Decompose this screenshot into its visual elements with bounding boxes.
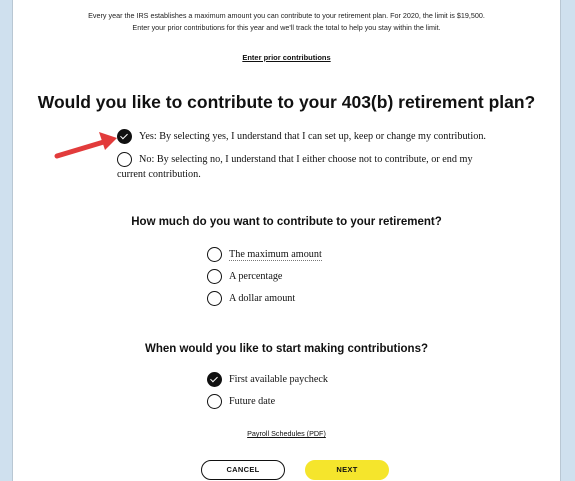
intro-text: Every year the IRS establishes a maximum… — [13, 10, 560, 34]
amount-question-heading: How much do you want to contribute to yo… — [131, 216, 442, 228]
dollar-amount-label[interactable]: A dollar amount — [229, 291, 295, 306]
enter-prior-contributions-link[interactable]: Enter prior contributions — [13, 53, 560, 62]
contribution-form-panel: Every year the IRS establishes a maximum… — [12, 0, 561, 481]
dollar-amount-radio[interactable] — [207, 291, 222, 306]
intro-line-1: Every year the IRS establishes a maximum… — [88, 11, 485, 20]
contribute-question-heading: Would you like to contribute to your 403… — [37, 92, 536, 112]
first-paycheck-label[interactable]: First available paycheck — [229, 372, 328, 387]
no-contribute-label-line-2: current contribution. — [117, 169, 201, 180]
percentage-label[interactable]: A percentage — [229, 269, 282, 284]
next-button[interactable]: NEXT — [305, 460, 389, 480]
percentage-radio[interactable] — [207, 269, 222, 284]
first-paycheck-radio[interactable] — [207, 372, 222, 387]
no-contribute-radio[interactable] — [117, 152, 132, 167]
future-date-label[interactable]: Future date — [229, 394, 275, 409]
future-date-radio[interactable] — [207, 394, 222, 409]
yes-contribute-radio[interactable] — [117, 129, 132, 144]
no-contribute-label[interactable]: No: By selecting no, I understand that I… — [117, 152, 473, 182]
yes-contribute-label[interactable]: Yes: By selecting yes, I understand that… — [139, 129, 486, 144]
payroll-schedules-link[interactable]: Payroll Schedules (PDF) — [13, 429, 560, 438]
no-contribute-label-line-1: No: By selecting no, I understand that I… — [139, 154, 473, 165]
cancel-button[interactable]: CANCEL — [201, 460, 285, 480]
maximum-amount-radio[interactable] — [207, 247, 222, 262]
start-question-heading: When would you like to start making cont… — [144, 343, 429, 355]
intro-line-2: Enter your prior contributions for this … — [132, 23, 441, 32]
maximum-amount-label[interactable]: The maximum amount — [229, 247, 322, 262]
red-arrow-icon — [54, 132, 117, 159]
